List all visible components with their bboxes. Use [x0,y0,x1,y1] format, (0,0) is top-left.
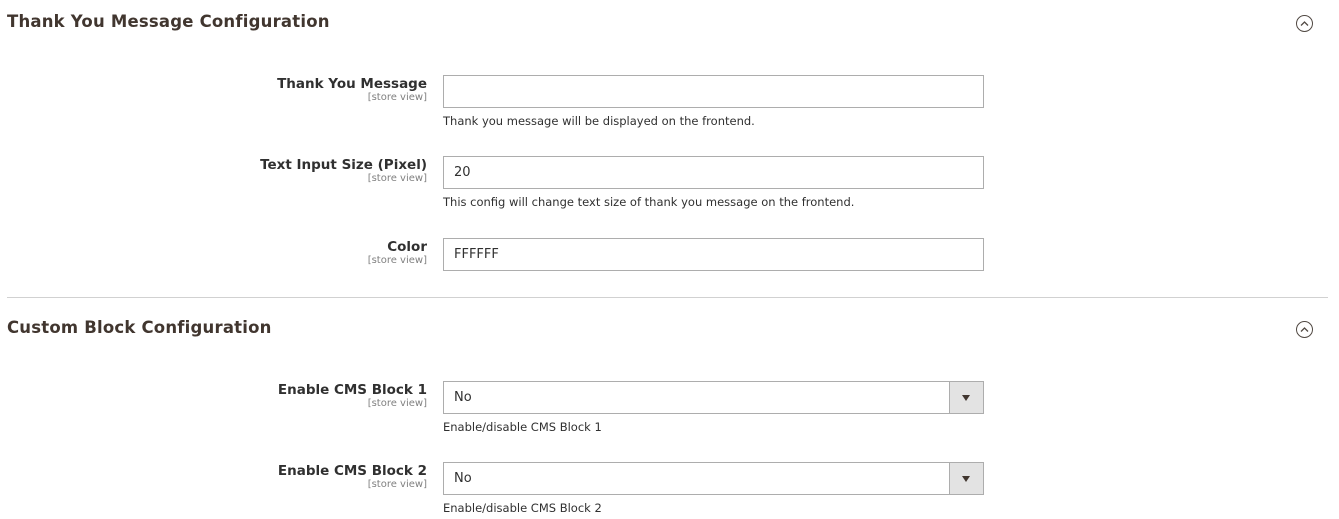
section-title[interactable]: Custom Block Configuration [7,318,272,337]
select-value: No [454,471,472,486]
collapse-up-icon[interactable] [1296,321,1313,338]
field-label-text: Text Input Size (Pixel) [260,157,427,173]
field-label: Text Input Size (Pixel) [store view] [260,157,427,185]
scope-label: [store view] [367,398,427,409]
field-label: Enable CMS Block 1 [store view] [278,382,427,410]
field-label-text: Thank You Message [277,76,427,92]
enable-cms-block-2-select[interactable]: No [443,462,984,495]
field-note: Thank you message will be displayed on t… [443,114,755,128]
field-label: Thank You Message [store view] [277,76,427,104]
thank-you-message-section: Thank You Message Configuration Thank Yo… [0,0,1339,297]
field-label-text: Color [387,239,427,255]
field-label: Enable CMS Block 2 [store view] [278,463,427,491]
select-value: No [454,390,472,405]
section-header[interactable]: Custom Block Configuration [0,306,1339,352]
thank-you-message-input[interactable] [443,75,984,108]
field-label-text: Enable CMS Block 1 [277,382,427,398]
section-title[interactable]: Thank You Message Configuration [7,12,330,31]
collapse-up-icon[interactable] [1296,15,1313,32]
text-input-size-input[interactable] [443,156,984,189]
dropdown-arrow-icon[interactable] [949,463,983,494]
scope-label: [store view] [367,92,427,103]
dropdown-arrow-icon[interactable] [949,382,983,413]
field-label: Color [store view] [368,239,427,267]
scope-label: [store view] [367,255,427,266]
scope-label: [store view] [367,173,427,184]
field-note: Enable/disable CMS Block 1 [443,420,602,434]
field-note: This config will change text size of tha… [443,195,855,209]
enable-cms-block-1-select[interactable]: No [443,381,984,414]
scope-label: [store view] [367,479,427,490]
custom-block-section: Custom Block Configuration Enable CMS Bl… [0,306,1339,519]
field-label-text: Enable CMS Block 2 [277,463,427,479]
color-input[interactable] [443,238,984,271]
section-divider [7,297,1328,298]
field-note: Enable/disable CMS Block 2 [443,501,602,515]
section-header[interactable]: Thank You Message Configuration [0,0,1339,46]
